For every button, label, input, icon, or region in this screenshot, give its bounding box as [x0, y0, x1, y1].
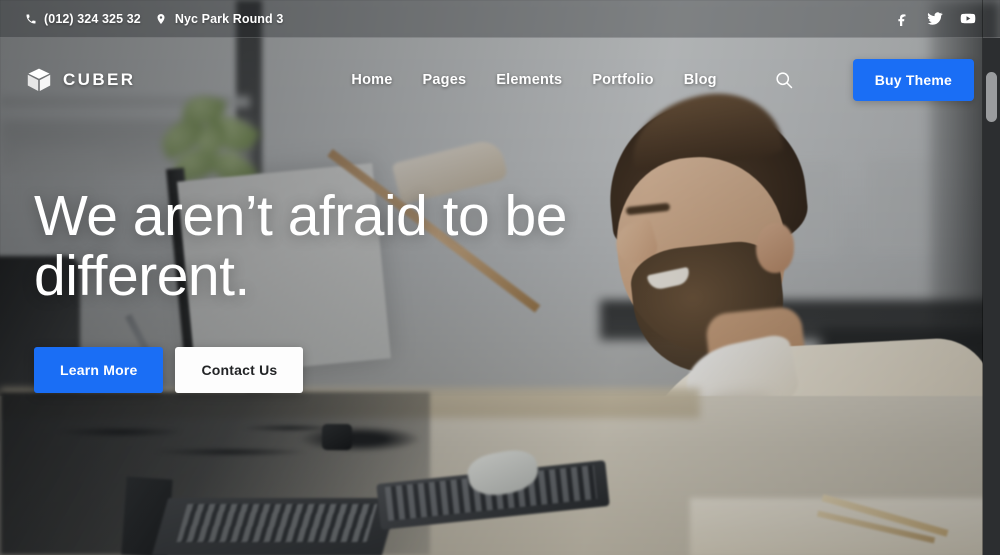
- nav-item-home[interactable]: Home: [351, 72, 392, 88]
- top-bar-contact-group: (012) 324 325 32 Nyc Park Round 3: [24, 12, 283, 26]
- youtube-icon[interactable]: [960, 11, 976, 27]
- phone-icon: [24, 12, 37, 25]
- cube-icon: [26, 67, 52, 93]
- address-text: Nyc Park Round 3: [174, 11, 284, 26]
- learn-more-button[interactable]: Learn More: [34, 346, 164, 393]
- nav-item-elements[interactable]: Elements: [496, 72, 562, 88]
- browser-viewport: (012) 324 325 32 Nyc Park Round 3 CUBER …: [0, 0, 1000, 555]
- nav-item-portfolio[interactable]: Portfolio: [592, 72, 653, 88]
- top-info-bar: (012) 324 325 32 Nyc Park Round 3: [0, 0, 1000, 38]
- contact-us-button[interactable]: Contact Us: [175, 346, 304, 393]
- social-links: [894, 11, 976, 27]
- site-header: CUBER Home Pages Elements Portfolio Blog…: [0, 38, 1000, 122]
- facebook-icon[interactable]: [894, 11, 910, 27]
- phone-number: (012) 324 325 32: [44, 11, 141, 26]
- twitter-icon[interactable]: [927, 11, 943, 27]
- hero-cta-group: Learn More Contact Us: [34, 346, 654, 393]
- nav-item-blog[interactable]: Blog: [684, 72, 717, 88]
- address-contact[interactable]: Nyc Park Round 3: [155, 12, 284, 26]
- search-icon[interactable]: [773, 69, 795, 91]
- brand-name: CUBER: [63, 70, 136, 89]
- hero-content: We aren’t afraid to be different. Learn …: [34, 186, 654, 393]
- hero-headline: We aren’t afraid to be different.: [34, 184, 567, 309]
- main-navigation: Home Pages Elements Portfolio Blog Buy T…: [351, 59, 974, 101]
- map-pin-icon: [155, 12, 168, 25]
- nav-item-pages[interactable]: Pages: [423, 72, 467, 88]
- logo-link[interactable]: CUBER: [26, 67, 135, 93]
- phone-contact[interactable]: (012) 324 325 32: [24, 12, 141, 26]
- vertical-scrollbar-thumb[interactable]: [986, 72, 997, 122]
- buy-theme-button[interactable]: Buy Theme: [852, 59, 974, 101]
